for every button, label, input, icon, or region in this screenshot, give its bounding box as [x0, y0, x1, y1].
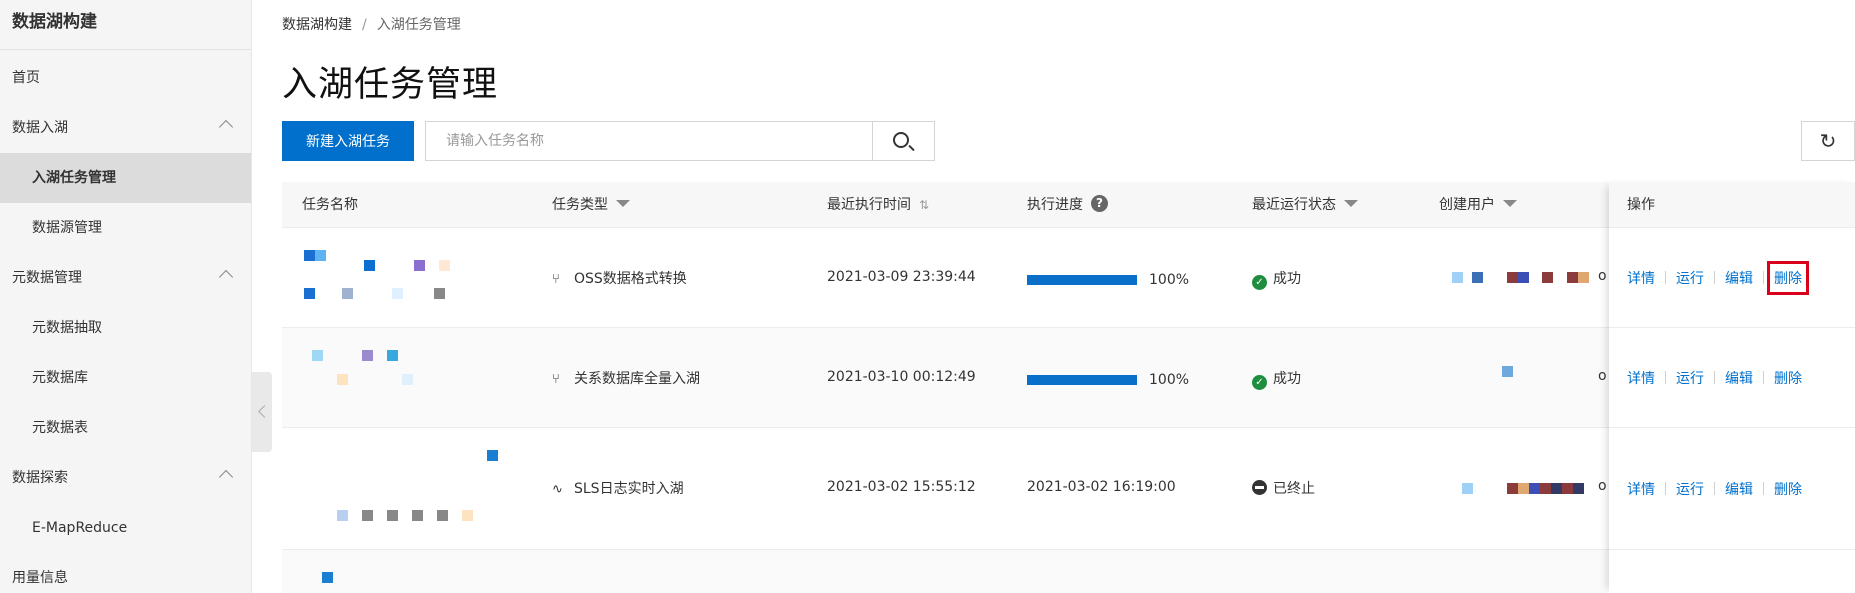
divider: [1714, 271, 1715, 284]
breadcrumb-current: 入湖任务管理: [376, 17, 461, 33]
status: ✓ 成功: [1252, 368, 1301, 390]
progress-percent: 100%: [1149, 372, 1190, 388]
search-icon-handle: [908, 144, 915, 152]
progress: 100%: [1027, 372, 1189, 388]
branch-icon: ⑂: [552, 372, 560, 387]
refresh-icon: ↻: [1819, 129, 1837, 153]
sidebar-group-data-ingest[interactable]: 数据入湖: [0, 103, 251, 153]
status: ✓ 成功: [1252, 268, 1301, 290]
run-link[interactable]: 运行: [1676, 268, 1704, 288]
task-table: 任务名称 任务类型 最近执行时间 ⇅ 执行进度? 最近运行状态 创建用户 ⑂ OSS…: [282, 182, 1855, 593]
sidebar-group-explore[interactable]: 数据探索: [0, 453, 251, 503]
row-operations: 详情 运行 编辑 删除: [1609, 328, 1855, 428]
col-progress: 执行进度?: [1027, 182, 1108, 228]
status: 已终止: [1252, 478, 1315, 498]
sidebar-item-ingest-tasks[interactable]: 入湖任务管理: [0, 153, 251, 203]
creator-suffix: o: [1598, 268, 1607, 284]
col-operations: 操作: [1609, 182, 1855, 228]
detail-link[interactable]: 详情: [1627, 368, 1655, 388]
sidebar-item-metadata-db[interactable]: 元数据库: [0, 353, 251, 403]
sidebar-title: 数据湖构建: [0, 0, 251, 50]
progress-bar: [1027, 275, 1137, 285]
divider: [1763, 371, 1764, 384]
check-circle-icon: ✓: [1252, 275, 1267, 290]
new-ingest-task-button[interactable]: 新建入湖任务: [282, 121, 414, 161]
operations-column: 操作 详情 运行 编辑 删除 详情 运行 编辑 删除 详情 运行 编辑 删除: [1609, 182, 1855, 593]
filter-icon[interactable]: [1503, 199, 1517, 207]
run-link[interactable]: 运行: [1676, 479, 1704, 499]
edit-link[interactable]: 编辑: [1725, 368, 1753, 388]
last-run-time: 2021-03-09 23:39:44: [827, 269, 976, 285]
row-operations: 详情 运行 编辑 删除: [1609, 228, 1855, 328]
row-operations: 详情 运行 编辑 删除: [1609, 428, 1855, 550]
col-last-run: 最近执行时间 ⇅: [827, 182, 929, 228]
detail-link[interactable]: 详情: [1627, 268, 1655, 288]
divider: [1665, 371, 1666, 384]
progress-bar: [1027, 375, 1137, 385]
creator-suffix: o: [1598, 368, 1607, 384]
delete-link[interactable]: 删除: [1774, 368, 1802, 388]
divider: [1763, 482, 1764, 495]
main-content: 数据湖构建 / 入湖任务管理 入湖任务管理 新建入湖任务 ↻ 任务名称 任务类型 最…: [282, 0, 1855, 593]
delete-link[interactable]: 删除: [1774, 479, 1802, 499]
breadcrumb-root[interactable]: 数据湖构建: [282, 17, 352, 33]
stop-circle-icon: [1252, 480, 1267, 495]
divider: [1714, 482, 1715, 495]
sidebar-item-metadata-extract[interactable]: 元数据抽取: [0, 303, 251, 353]
task-type: ∿ SLS日志实时入湖: [552, 481, 684, 497]
chevron-up-icon: [218, 469, 234, 485]
check-circle-icon: ✓: [1252, 375, 1267, 390]
col-task-name: 任务名称: [302, 197, 358, 213]
col-creator: 创建用户: [1439, 182, 1517, 228]
run-link[interactable]: 运行: [1676, 368, 1704, 388]
sidebar-group-metadata[interactable]: 元数据管理: [0, 253, 251, 303]
chevron-up-icon: [218, 269, 234, 285]
divider: [1763, 271, 1764, 284]
delete-link[interactable]: 删除: [1767, 260, 1809, 295]
divider: [1665, 271, 1666, 284]
breadcrumb-separator: /: [362, 17, 367, 33]
sidebar-collapse-toggle[interactable]: [252, 372, 272, 452]
edit-link[interactable]: 编辑: [1725, 479, 1753, 499]
sidebar-item-home[interactable]: 首页: [0, 53, 251, 103]
progress-fill: [1027, 275, 1137, 285]
sidebar: 数据湖构建 首页 数据入湖 入湖任务管理 数据源管理 元数据管理 元数据抽取 元…: [0, 0, 252, 593]
filter-icon[interactable]: [616, 199, 630, 207]
col-status: 最近运行状态: [1252, 182, 1358, 228]
refresh-button[interactable]: ↻: [1801, 121, 1855, 161]
sidebar-item-emr[interactable]: E-MapReduce: [0, 503, 251, 553]
help-icon[interactable]: ?: [1091, 194, 1108, 212]
sidebar-item-usage[interactable]: 用量信息: [0, 553, 251, 593]
sort-icon[interactable]: ⇅: [919, 182, 929, 228]
pulse-icon: ∿: [552, 482, 563, 497]
task-type: ⑂ 关系数据库全量入湖: [552, 371, 700, 387]
detail-link[interactable]: 详情: [1627, 479, 1655, 499]
branch-icon: ⑂: [552, 272, 560, 287]
breadcrumb: 数据湖构建 / 入湖任务管理: [282, 14, 461, 34]
progress-fill: [1027, 375, 1137, 385]
last-run-time: 2021-03-02 15:55:12: [827, 479, 976, 495]
end-time: 2021-03-02 16:19:00: [1027, 479, 1176, 495]
search-icon: [893, 132, 909, 148]
search-box: [425, 121, 935, 161]
divider: [1665, 482, 1666, 495]
page-title: 入湖任务管理: [282, 65, 499, 105]
progress-percent: 100%: [1149, 272, 1190, 288]
search-button[interactable]: [872, 122, 934, 160]
last-run-time: 2021-03-10 00:12:49: [827, 369, 976, 385]
col-task-type: 任务类型: [552, 182, 630, 228]
sidebar-item-datasource[interactable]: 数据源管理: [0, 203, 251, 253]
sidebar-item-metadata-table[interactable]: 元数据表: [0, 403, 251, 453]
search-input[interactable]: [426, 122, 872, 160]
progress: 100%: [1027, 272, 1189, 288]
chevron-left-icon: [258, 405, 271, 418]
chevron-up-icon: [218, 119, 234, 135]
filter-icon[interactable]: [1344, 199, 1358, 207]
task-type: ⑂ OSS数据格式转换: [552, 271, 687, 287]
divider: [1714, 371, 1715, 384]
edit-link[interactable]: 编辑: [1725, 268, 1753, 288]
creator-suffix: o: [1598, 478, 1607, 494]
